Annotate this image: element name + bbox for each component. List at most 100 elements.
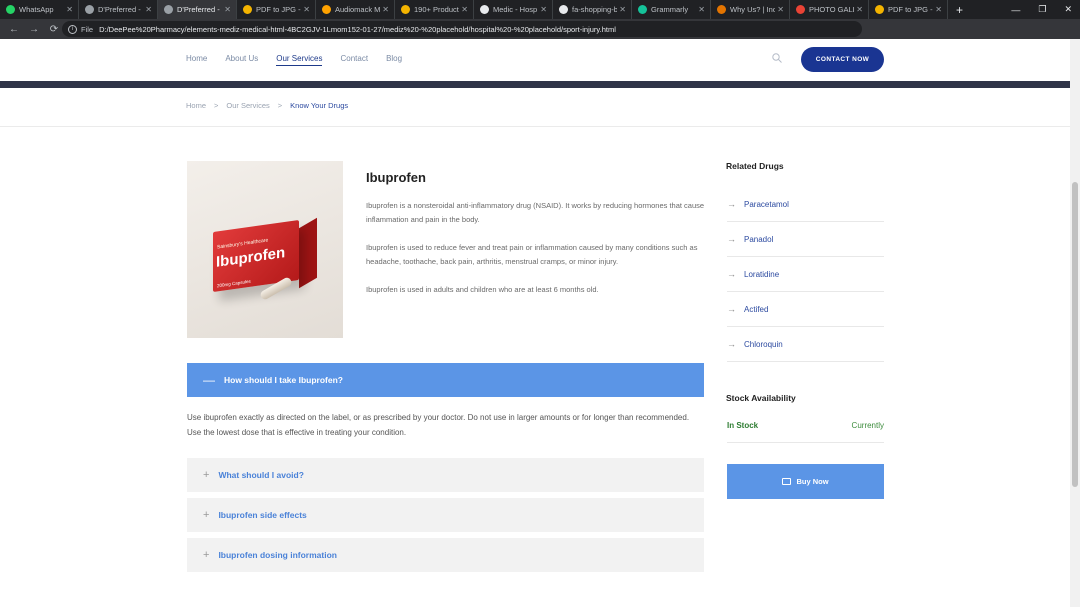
accordion-title: Ibuprofen dosing information	[218, 550, 337, 560]
related-drug-link[interactable]: → Actifed	[727, 292, 884, 327]
tab-favicon-icon	[796, 5, 805, 14]
tab-label: Medic - Hosp	[493, 5, 538, 14]
browser-tab[interactable]: PHOTO GALLE✕	[790, 0, 869, 19]
plus-icon: +	[203, 469, 210, 481]
tab-label: WhatsApp	[19, 5, 54, 14]
tab-close-icon[interactable]: ✕	[777, 5, 784, 14]
browser-tab-bar: WhatsApp ✕ D'Preferred - ✕ D'Preferred - ✕ PDF…	[0, 0, 1080, 19]
browser-tab[interactable]: PDF to JPG - ✕	[237, 0, 316, 19]
back-icon[interactable]: ←	[8, 24, 20, 35]
tab-favicon-icon	[480, 5, 489, 14]
accordion-title: How should I take Ibuprofen?	[224, 375, 343, 385]
buy-now-button[interactable]: Buy Now	[727, 464, 884, 499]
tab-label: D'Preferred -	[98, 5, 141, 14]
stock-status: In Stock	[727, 421, 759, 430]
forward-icon[interactable]: →	[28, 24, 40, 35]
tab-close-icon[interactable]: ✕	[461, 5, 468, 14]
tab-close-icon[interactable]: ✕	[224, 5, 231, 14]
browser-tab[interactable]: WhatsApp ✕	[0, 0, 79, 19]
arrow-right-icon: →	[727, 269, 736, 279]
related-drug-label: Paracetamol	[744, 199, 789, 209]
tab-favicon-icon	[559, 5, 568, 14]
contact-now-button[interactable]: CONTACT NOW	[801, 47, 884, 72]
tab-label: 190+ Product	[414, 5, 459, 14]
nav-link-about-us[interactable]: About Us	[225, 54, 258, 66]
related-drug-label: Loratidine	[744, 269, 780, 279]
tab-label: PDF to JPG -	[888, 5, 933, 14]
scrollbar-thumb[interactable]	[1072, 182, 1078, 487]
tab-close-icon[interactable]: ✕	[935, 5, 942, 14]
breadcrumb-separator: >	[277, 101, 283, 110]
stock-row: In Stock Currently	[727, 421, 884, 443]
browser-tab[interactable]: PDF to JPG - ✕	[869, 0, 948, 19]
breadcrumb-item[interactable]: Our Services	[226, 101, 269, 110]
browser-tab[interactable]: Why Us? | Inc ✕	[711, 0, 790, 19]
plus-icon: +	[203, 509, 210, 521]
restore-icon[interactable]: ❐	[1038, 4, 1046, 15]
drug-description: Ibuprofen is a nonsteroidal anti-inflamm…	[366, 199, 706, 311]
nav-link-our-services[interactable]: Our Services	[276, 54, 323, 66]
search-icon[interactable]	[772, 53, 782, 63]
url-field[interactable]: i File D:/DeePee%20Pharmacy/elements-med…	[62, 21, 862, 37]
address-bar: ← → ⟳ i File D:/DeePee%20Pharmacy/elemen…	[0, 19, 1080, 53]
related-drug-label: Actifed	[744, 304, 769, 314]
breadcrumb-item: Know Your Drugs	[290, 101, 349, 110]
tab-favicon-icon	[85, 5, 94, 14]
new-tab-icon[interactable]: +	[956, 3, 963, 17]
browser-tab[interactable]: D'Preferred - ✕	[79, 0, 158, 19]
tab-close-icon[interactable]: ✕	[382, 5, 389, 14]
main-nav: Home About Us Our Services Contact Blog	[186, 54, 420, 66]
box-side	[299, 217, 317, 289]
browser-tab[interactable]: Medic - Hosp ✕	[474, 0, 553, 19]
site-header: Home About Us Our Services Contact Blog CONT…	[0, 39, 1070, 81]
tab-label: PDF to JPG -	[256, 5, 301, 14]
breadcrumb-item[interactable]: Home	[186, 101, 206, 110]
scrollbar[interactable]	[1070, 39, 1080, 607]
plus-icon: +	[203, 549, 210, 561]
related-drug-link[interactable]: → Paracetamol	[727, 187, 884, 222]
info-icon[interactable]: i	[68, 24, 77, 34]
tab-close-icon[interactable]: ✕	[540, 5, 547, 14]
accordion-header-how-to-take[interactable]: — How should I take Ibuprofen?	[187, 363, 704, 397]
accordion-header-side-effects[interactable]: + Ibuprofen side effects	[187, 498, 704, 532]
accordion-header-avoid[interactable]: + What should I avoid?	[187, 458, 704, 492]
tab-close-icon[interactable]: ✕	[66, 5, 73, 14]
tab-favicon-icon	[322, 5, 331, 14]
browser-tab[interactable]: 190+ Product ✕	[395, 0, 474, 19]
tab-close-icon[interactable]: ✕	[619, 5, 626, 14]
related-drugs-heading: Related Drugs	[726, 161, 784, 171]
related-drug-link[interactable]: → Loratidine	[727, 257, 884, 292]
browser-tab[interactable]: fa-shopping-b ✕	[553, 0, 632, 19]
tab-close-icon[interactable]: ✕	[303, 5, 310, 14]
close-window-icon[interactable]: ✕	[1064, 4, 1072, 15]
stock-heading: Stock Availability	[726, 393, 796, 403]
minimize-icon[interactable]: —	[1011, 5, 1020, 15]
related-drug-link[interactable]: → Chloroquin	[727, 327, 884, 362]
tab-favicon-icon	[164, 5, 173, 14]
arrow-right-icon: →	[727, 339, 736, 349]
tab-label: Audiomack M	[335, 5, 381, 14]
tab-label: fa-shopping-b	[572, 5, 618, 14]
accordion-header-dosing[interactable]: + Ibuprofen dosing information	[187, 538, 704, 572]
nav-link-home[interactable]: Home	[186, 54, 207, 66]
url-text: D:/DeePee%20Pharmacy/elements-mediz-medi…	[99, 24, 616, 34]
related-drug-link[interactable]: → Panadol	[727, 222, 884, 257]
divider	[0, 126, 1070, 127]
tab-close-icon[interactable]: ✕	[856, 5, 863, 14]
browser-tab[interactable]: Audiomack M ✕	[316, 0, 395, 19]
breadcrumb: Home > Our Services > Know Your Drugs	[186, 101, 348, 110]
tab-close-icon[interactable]: ✕	[145, 5, 152, 14]
tab-favicon-icon	[401, 5, 410, 14]
browser-tab[interactable]: D'Preferred - ✕	[158, 0, 237, 19]
accordion-body: Use ibuprofen exactly as directed on the…	[187, 413, 690, 437]
nav-link-contact[interactable]: Contact	[340, 54, 368, 66]
accordion-title: What should I avoid?	[218, 470, 304, 480]
nav-link-blog[interactable]: Blog	[386, 54, 402, 66]
tab-label: Why Us? | Inc	[730, 5, 776, 14]
related-drug-label: Panadol	[744, 234, 774, 244]
related-drug-label: Chloroquin	[744, 339, 783, 349]
reload-icon[interactable]: ⟳	[48, 24, 60, 35]
tab-close-icon[interactable]: ✕	[698, 5, 705, 14]
browser-tab[interactable]: Grammarly ✕	[632, 0, 711, 19]
tab-label: Grammarly	[651, 5, 689, 14]
